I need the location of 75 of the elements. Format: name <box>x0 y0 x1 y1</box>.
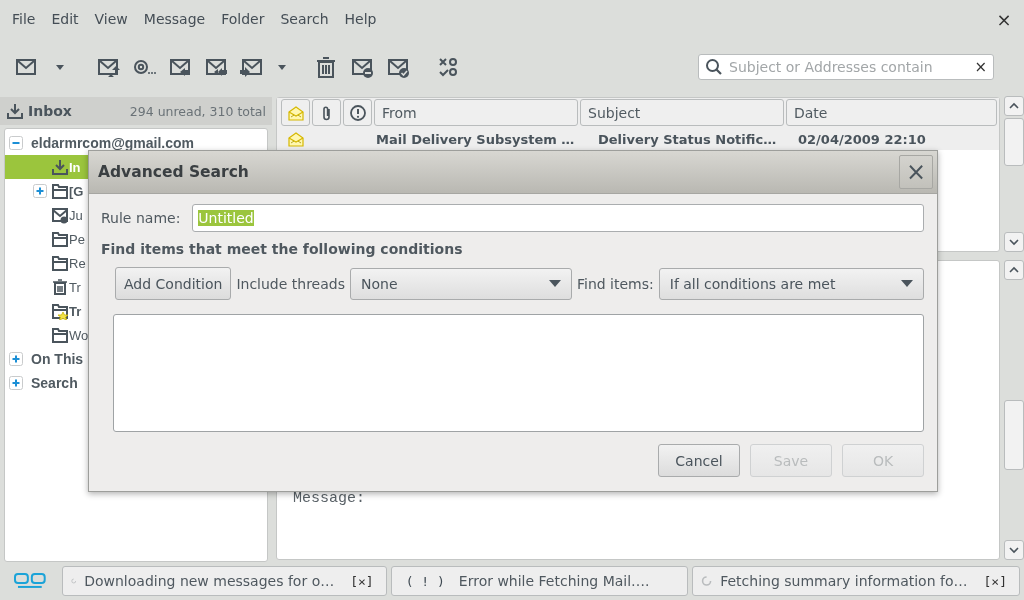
menu-item[interactable]: Help <box>336 11 385 27</box>
add-condition-button[interactable]: Add Condition <box>115 267 232 300</box>
folder-name[interactable]: Tr <box>69 279 81 295</box>
menu-item[interactable]: View <box>86 11 136 27</box>
folder-icon <box>51 254 69 272</box>
column-header[interactable] <box>312 99 341 126</box>
message-count: 294 unread, 310 total <box>129 103 266 119</box>
exclamation-icon <box>348 103 367 122</box>
envelope-minus-icon <box>51 206 69 224</box>
folder-icon <box>51 326 69 344</box>
caret-icon <box>901 279 913 288</box>
scroll-down-icon <box>1008 236 1020 248</box>
column-header[interactable]: Subject <box>580 99 784 126</box>
close-button[interactable]: × <box>899 155 933 189</box>
menu-item[interactable]: Search <box>272 11 337 27</box>
expand-icon[interactable] <box>33 184 47 198</box>
trash-icon[interactable] <box>314 55 338 79</box>
cancel-task-button[interactable]: [×] <box>983 573 1007 589</box>
scroll-thumb[interactable] <box>1004 400 1024 470</box>
date-cell-text: 02/04/2009 22:10 <box>797 131 926 147</box>
folder-icon <box>51 230 69 248</box>
scrollbar[interactable] <box>1004 96 1024 252</box>
sender-cell-text: Mail Delivery Subsystem … <box>375 131 576 147</box>
search-icon <box>705 58 723 76</box>
clear-button[interactable]: × <box>974 58 987 76</box>
trash-icon <box>51 278 69 296</box>
expand-icon[interactable] <box>9 352 23 366</box>
filter-icon[interactable] <box>436 55 460 79</box>
close-button[interactable]: × <box>984 0 1024 38</box>
field-label: Rule name: <box>101 210 181 226</box>
folder-name[interactable]: Tr <box>69 303 82 319</box>
column-header[interactable]: From <box>374 99 578 126</box>
open-envelope-icon <box>286 130 305 148</box>
folder-name[interactable]: [G <box>69 183 84 199</box>
section-heading: Find items that meet the following conditions <box>101 241 464 257</box>
error-mark: ( ! ) <box>405 573 445 589</box>
task-message: Fetching summary information fo… <box>720 573 968 589</box>
folder-name[interactable]: Pe <box>69 231 85 247</box>
dialog-button[interactable]: Cancel <box>658 444 740 477</box>
collapse-icon[interactable] <box>9 136 23 150</box>
subject-cell-text: Delivery Status Notific… <box>597 131 778 147</box>
scrollbar[interactable] <box>1004 260 1024 560</box>
folder-star-icon <box>51 302 69 320</box>
scroll-thumb[interactable] <box>1004 118 1024 166</box>
task-message: Error while Fetching Mail…. <box>458 573 650 589</box>
dropdown[interactable]: If all conditions are met <box>658 267 924 300</box>
message-text: Message: <box>293 490 365 507</box>
menu-item[interactable]: Edit <box>43 11 87 27</box>
column-header[interactable]: Date <box>786 99 997 126</box>
folder-name[interactable]: Re <box>69 255 86 271</box>
account-name[interactable]: On This <box>31 351 84 367</box>
dropdown[interactable]: None <box>350 267 572 300</box>
field-label: Include threads <box>236 275 345 292</box>
inbox-icon <box>6 102 24 120</box>
folder-name[interactable]: Wo <box>69 327 89 343</box>
account-name[interactable]: Search <box>31 375 78 391</box>
menu-item[interactable]: File <box>4 11 44 27</box>
scroll-down-icon <box>1008 544 1020 556</box>
folder-title: Inbox <box>28 103 72 119</box>
field-label: Find items: <box>577 275 654 292</box>
account-name[interactable]: eldarmrcom@gmail.com <box>31 135 195 151</box>
folder-icon <box>51 182 69 200</box>
expand-icon[interactable] <box>9 376 23 390</box>
folder-name[interactable]: Ju <box>69 207 83 223</box>
cancel-task-button[interactable]: [×] <box>350 573 374 589</box>
panels-icon <box>14 573 46 589</box>
caret-icon <box>549 279 561 288</box>
column-header[interactable] <box>343 99 372 126</box>
menu-item[interactable]: Message <box>135 11 214 27</box>
search-field[interactable]: Subject or Addresses contain × <box>698 54 994 80</box>
spinner-icon <box>701 574 713 588</box>
inbox-icon <box>51 158 69 176</box>
menu-item[interactable]: Folder <box>213 11 273 27</box>
task-message: Downloading new messages for o… <box>84 573 335 589</box>
dialog-title: Advanced Search <box>98 163 249 181</box>
